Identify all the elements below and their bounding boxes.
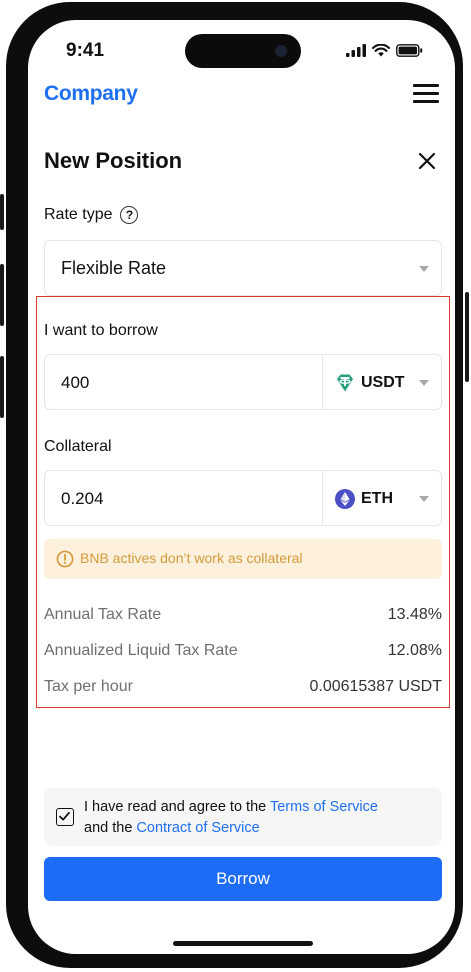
agreement-text: I have read and agree to the Terms of Se… <box>84 797 378 839</box>
volume-down-button <box>0 356 4 418</box>
agree-checkbox[interactable] <box>56 808 74 826</box>
battery-icon <box>396 44 423 57</box>
agreement-prefix: I have read and agree to the <box>84 799 270 815</box>
chevron-down-icon <box>419 266 429 272</box>
rate-type-label-text: Rate type <box>44 206 113 223</box>
rate-type-value: Flexible Rate <box>61 258 167 278</box>
borrow-token-select[interactable]: USDT <box>323 355 441 409</box>
borrow-token-name: USDT <box>361 374 405 391</box>
collateral-label: Collateral <box>44 438 112 455</box>
signal-icon <box>346 44 366 57</box>
action-button <box>0 194 4 230</box>
rate-label: Tax per hour <box>44 678 133 695</box>
help-icon[interactable]: ? <box>120 206 139 224</box>
rate-label: Annualized Liquid Tax Rate <box>44 642 238 659</box>
hamburger-menu-icon[interactable] <box>413 84 439 104</box>
wifi-icon <box>372 44 390 57</box>
page-title: New Position <box>44 148 183 173</box>
eth-icon <box>335 489 355 509</box>
power-button <box>465 292 469 382</box>
check-icon <box>59 811 70 821</box>
rate-row: Tax per hour 0.00615387 USDT <box>44 678 442 696</box>
home-indicator <box>173 941 313 946</box>
close-icon[interactable] <box>417 151 437 171</box>
brand-logo[interactable]: Company <box>44 82 138 106</box>
rate-row: Annual Tax Rate 13.48% <box>44 606 442 624</box>
info-icon <box>56 550 74 568</box>
collateral-amount-input[interactable]: 0.204 <box>61 489 104 509</box>
collateral-warning: BNB actives don’t work as collateral <box>44 539 442 579</box>
dynamic-island <box>185 34 301 68</box>
rate-row: Annualized Liquid Tax Rate 12.08% <box>44 642 442 660</box>
collateral-token-name: ETH <box>361 490 393 507</box>
rate-label: Annual Tax Rate <box>44 606 162 623</box>
phone-frame: 9:41 Company New Position Rate type ? Fl… <box>0 2 469 968</box>
camera-icon <box>275 45 287 57</box>
borrow-label: I want to borrow <box>44 322 158 339</box>
collateral-token-select[interactable]: ETH <box>323 471 441 525</box>
status-icons <box>346 44 423 57</box>
rate-value: 12.08% <box>387 642 442 659</box>
volume-up-button <box>0 264 4 326</box>
rate-type-label: Rate type ? <box>44 206 139 224</box>
collateral-field: 0.204 ETH <box>44 470 442 526</box>
chevron-down-icon <box>419 380 429 386</box>
terms-of-service-link[interactable]: Terms of Service <box>270 799 378 815</box>
rate-type-select[interactable]: Flexible Rate <box>44 240 442 296</box>
status-bar: 9:41 <box>28 20 455 80</box>
chevron-down-icon <box>419 496 429 502</box>
app-header: Company <box>44 80 439 112</box>
warning-text: BNB actives don’t work as collateral <box>80 550 303 566</box>
agreement-box: I have read and agree to the Terms of Se… <box>44 788 442 846</box>
screen: 9:41 Company New Position Rate type ? Fl… <box>28 20 455 954</box>
rate-value: 13.48% <box>387 606 442 623</box>
contract-of-service-link[interactable]: Contract of Service <box>136 820 259 836</box>
rate-value: 0.00615387 USDT <box>309 678 442 695</box>
borrow-button[interactable]: Borrow <box>44 857 442 901</box>
borrow-amount-input[interactable]: 400 <box>61 373 89 393</box>
status-time: 9:41 <box>66 40 105 61</box>
usdt-icon <box>337 374 353 392</box>
agreement-middle: and the <box>84 820 137 836</box>
borrow-field: 400 USDT <box>44 354 442 410</box>
